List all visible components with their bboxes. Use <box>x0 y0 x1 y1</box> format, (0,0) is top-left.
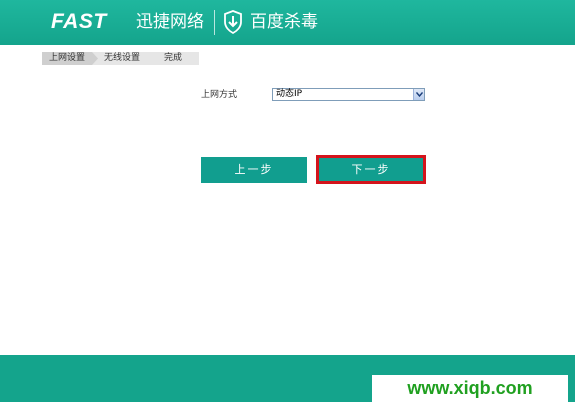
step-wireless-settings: 无线设置 <box>104 53 141 63</box>
connection-type-value: 动态IP <box>276 89 303 99</box>
header-bar: FAST 迅捷网络 百度杀毒 <box>0 0 575 45</box>
header-divider <box>214 10 215 35</box>
step-finish: 完成 <box>164 53 183 63</box>
watermark: www.xiqb.com <box>372 375 568 402</box>
step-indicator: 上网设置 无线设置 完成 <box>42 52 199 65</box>
chevron-down-icon[interactable] <box>413 89 424 100</box>
connection-type-label: 上网方式 <box>201 90 238 100</box>
previous-button[interactable]: 上一步 <box>201 157 307 183</box>
shield-download-icon <box>224 10 242 34</box>
brand-logo: FAST <box>51 10 107 33</box>
brand-name: 迅捷网络 <box>136 12 204 32</box>
connection-type-select[interactable]: 动态IP <box>272 88 425 101</box>
partner-name: 百度杀毒 <box>250 12 318 32</box>
step-internet-settings: 上网设置 <box>42 52 98 65</box>
next-button[interactable]: 下一步 <box>316 155 426 184</box>
